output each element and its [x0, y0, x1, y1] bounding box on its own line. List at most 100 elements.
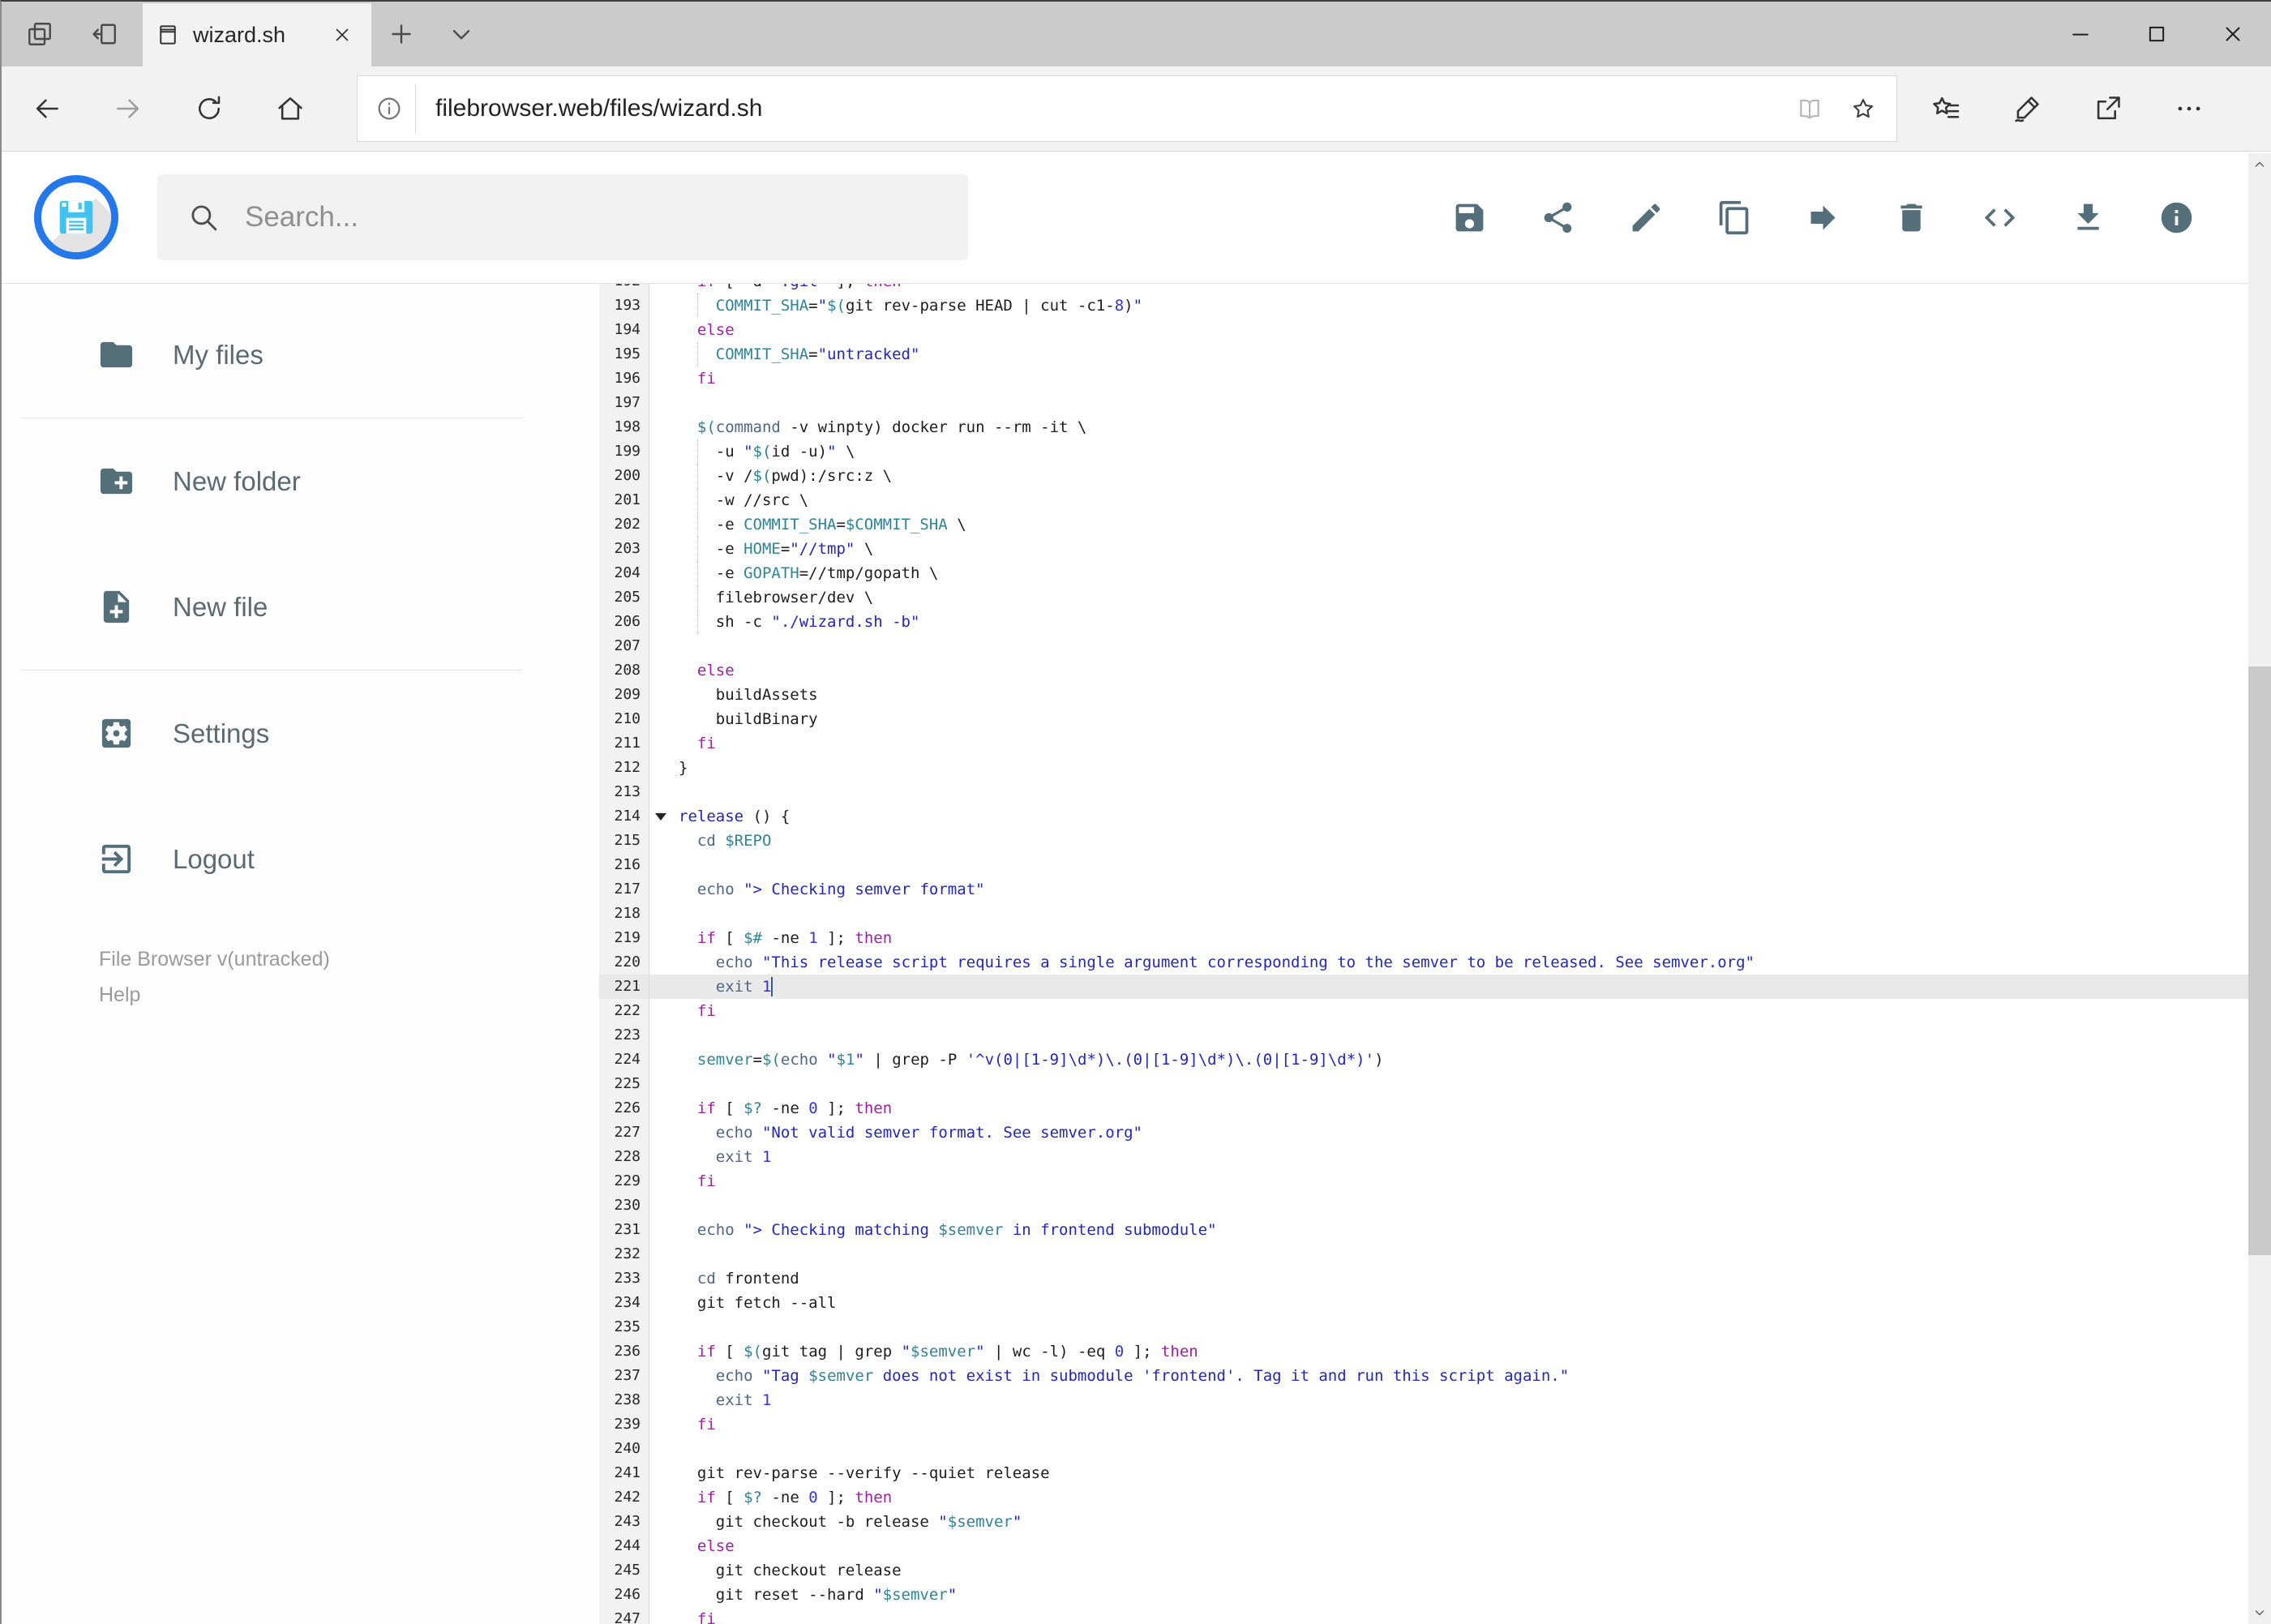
line-number[interactable]: 200: [599, 464, 649, 488]
filebrowser-logo[interactable]: [34, 175, 118, 259]
code-text[interactable]: -u "$(id -u)" \: [649, 439, 2271, 464]
code-text[interactable]: echo "> Checking semver format": [649, 877, 2271, 902]
code-text[interactable]: -w //src \: [649, 488, 2271, 512]
line-number[interactable]: 215: [599, 829, 649, 853]
code-text[interactable]: [649, 1023, 2271, 1048]
code-text[interactable]: buildAssets: [649, 683, 2271, 707]
tab-close-icon[interactable]: [326, 19, 358, 51]
code-text[interactable]: release () {: [649, 804, 2271, 829]
line-number[interactable]: 232: [599, 1242, 649, 1266]
line-number[interactable]: 213: [599, 780, 649, 804]
line-number[interactable]: 224: [599, 1048, 649, 1072]
home-button[interactable]: [250, 74, 331, 144]
line-number[interactable]: 230: [599, 1193, 649, 1218]
code-text[interactable]: echo "> Checking matching $semver in fro…: [649, 1218, 2271, 1242]
line-number[interactable]: 241: [599, 1461, 649, 1485]
line-number[interactable]: 197: [599, 391, 649, 415]
favorites-hub-button[interactable]: [1905, 74, 1986, 144]
line-number[interactable]: 237: [599, 1364, 649, 1388]
code-text[interactable]: if [ $# -ne 1 ]; then: [649, 926, 2271, 950]
line-number[interactable]: 226: [599, 1096, 649, 1121]
search-input[interactable]: [245, 201, 939, 234]
web-notes-button[interactable]: [1986, 74, 2067, 144]
code-text[interactable]: [649, 902, 2271, 926]
page-scrollbar[interactable]: [2248, 153, 2271, 1624]
code-text[interactable]: echo "Not valid semver format. See semve…: [649, 1121, 2271, 1145]
code-text[interactable]: cd frontend: [649, 1266, 2271, 1291]
line-number[interactable]: 198: [599, 415, 649, 439]
code-text[interactable]: fi: [649, 1607, 2271, 1624]
code-text[interactable]: semver=$(echo "$1" | grep -P '^v(0|[1-9]…: [649, 1048, 2271, 1072]
fold-arrow-icon[interactable]: [655, 813, 666, 821]
line-number[interactable]: 233: [599, 1266, 649, 1291]
line-number[interactable]: 240: [599, 1437, 649, 1461]
code-editor[interactable]: 192 if [ -d ".git" ]; then193 COMMIT_SHA…: [599, 284, 2271, 1624]
code-text[interactable]: git reset --hard "$semver": [649, 1583, 2271, 1607]
code-text[interactable]: [649, 1242, 2271, 1266]
code-text[interactable]: COMMIT_SHA="$(git rev-parse HEAD | cut -…: [649, 294, 2271, 318]
toolbar-share-button[interactable]: [1514, 173, 1602, 262]
line-number[interactable]: 244: [599, 1534, 649, 1558]
toolbar-move-button[interactable]: [1779, 173, 1867, 262]
line-number[interactable]: 245: [599, 1558, 649, 1583]
code-text[interactable]: cd $REPO: [649, 829, 2271, 853]
line-number[interactable]: 194: [599, 318, 649, 342]
line-number[interactable]: 216: [599, 853, 649, 877]
line-number[interactable]: 201: [599, 488, 649, 512]
line-number[interactable]: 207: [599, 634, 649, 658]
code-text[interactable]: exit 1: [649, 975, 2271, 999]
code-text[interactable]: filebrowser/dev \: [649, 585, 2271, 610]
code-text[interactable]: [649, 780, 2271, 804]
set-tabs-aside-button[interactable]: [75, 2, 135, 66]
line-number[interactable]: 242: [599, 1485, 649, 1510]
line-number[interactable]: 236: [599, 1339, 649, 1364]
tabs-preview-button[interactable]: [10, 2, 70, 66]
tab-list-chevron-button[interactable]: [431, 2, 491, 66]
line-number[interactable]: 227: [599, 1121, 649, 1145]
line-number[interactable]: 210: [599, 707, 649, 731]
code-text[interactable]: if [ $(git tag | grep "$semver" | wc -l)…: [649, 1339, 2271, 1364]
code-text[interactable]: if [ $? -ne 0 ]; then: [649, 1485, 2271, 1510]
code-text[interactable]: exit 1: [649, 1388, 2271, 1412]
line-number[interactable]: 192: [599, 284, 649, 294]
line-number[interactable]: 195: [599, 342, 649, 366]
line-number[interactable]: 214: [599, 804, 666, 829]
sidebar-item-new-file[interactable]: New file: [2, 544, 599, 670]
line-number[interactable]: 205: [599, 585, 649, 610]
code-text[interactable]: -e COMMIT_SHA=$COMMIT_SHA \: [649, 512, 2271, 537]
code-text[interactable]: [649, 1193, 2271, 1218]
line-number[interactable]: 211: [599, 731, 649, 756]
line-number[interactable]: 217: [599, 877, 649, 902]
code-text[interactable]: echo "This release script requires a sin…: [649, 950, 2271, 975]
code-text[interactable]: fi: [649, 366, 2271, 391]
url-text[interactable]: filebrowser.web/files/wizard.sh: [416, 95, 1783, 122]
line-number[interactable]: 243: [599, 1510, 649, 1534]
line-number[interactable]: 228: [599, 1145, 649, 1169]
browser-tab[interactable]: wizard.sh: [143, 3, 371, 66]
code-text[interactable]: -v /$(pwd):/src:z \: [649, 464, 2271, 488]
toolbar-save-button[interactable]: [1425, 173, 1514, 262]
maximize-button[interactable]: [2119, 2, 2195, 66]
address-bar[interactable]: filebrowser.web/files/wizard.sh: [357, 75, 1897, 142]
close-window-button[interactable]: [2195, 2, 2271, 66]
line-number[interactable]: 221: [599, 975, 649, 999]
line-number[interactable]: 246: [599, 1583, 649, 1607]
line-number[interactable]: 219: [599, 926, 649, 950]
code-text[interactable]: fi: [649, 999, 2271, 1023]
line-number[interactable]: 218: [599, 902, 649, 926]
share-button[interactable]: [2067, 74, 2149, 144]
code-text[interactable]: COMMIT_SHA="untracked": [649, 342, 2271, 366]
line-number[interactable]: 239: [599, 1412, 649, 1437]
line-number[interactable]: 247: [599, 1607, 649, 1624]
code-text[interactable]: else: [649, 1534, 2271, 1558]
line-number[interactable]: 204: [599, 561, 649, 585]
line-number[interactable]: 208: [599, 658, 649, 683]
back-button[interactable]: [6, 74, 88, 144]
code-text[interactable]: git checkout release: [649, 1558, 2271, 1583]
code-text[interactable]: [649, 391, 2271, 415]
toolbar-raw-code-button[interactable]: [1956, 173, 2044, 262]
code-text[interactable]: if [ $? -ne 0 ]; then: [649, 1096, 2271, 1121]
line-number[interactable]: 203: [599, 537, 649, 561]
line-number[interactable]: 202: [599, 512, 649, 537]
line-number[interactable]: 229: [599, 1169, 649, 1193]
